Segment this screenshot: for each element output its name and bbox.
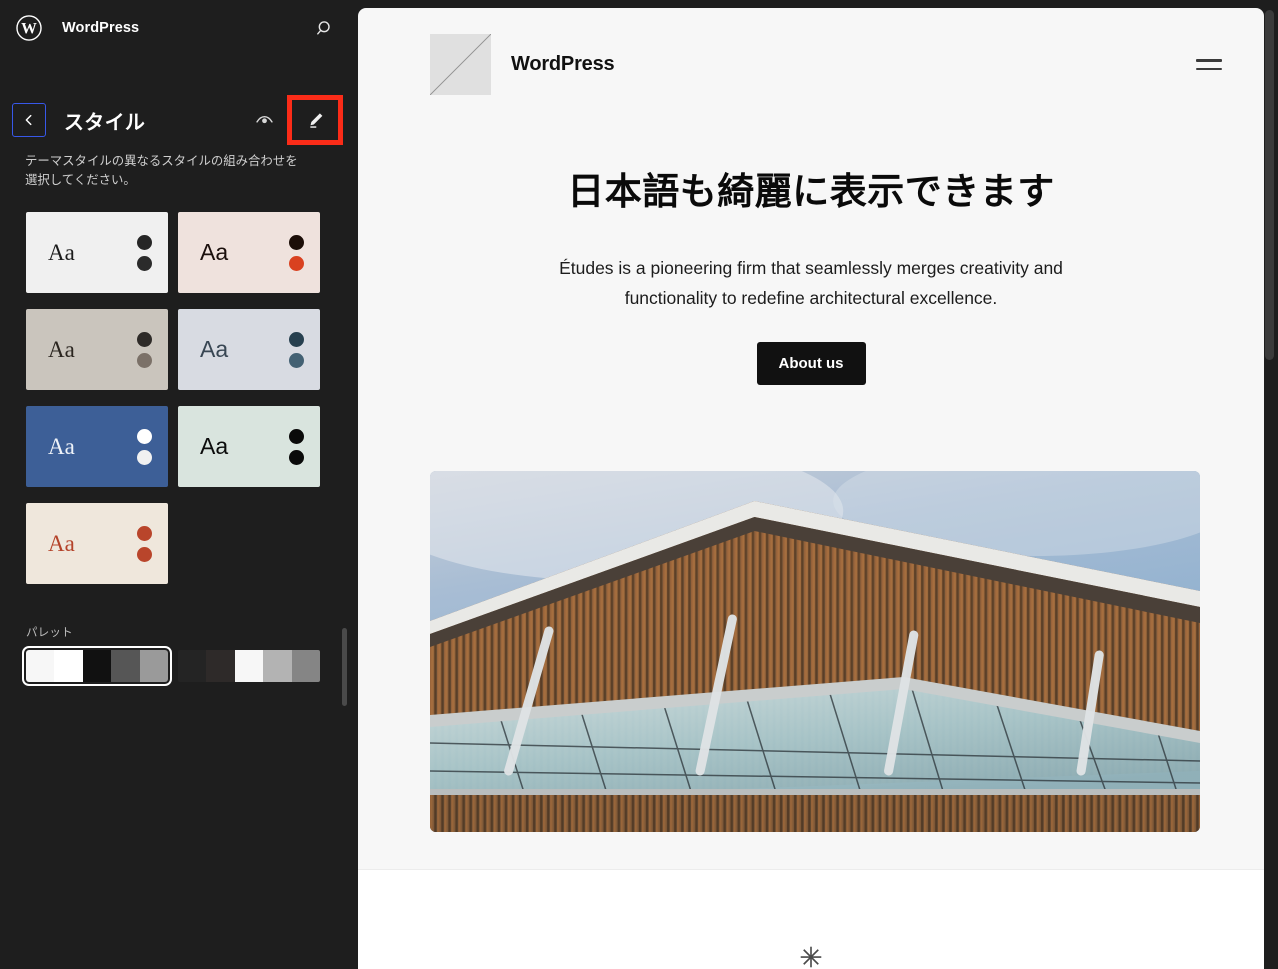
preview-site-header: WordPress <box>358 8 1264 95</box>
pencil-icon <box>309 112 322 128</box>
preview-site-title: WordPress <box>511 53 615 75</box>
sidebar-brand-label: WordPress <box>62 20 140 36</box>
hero-heading: 日本語も綺麗に表示できます <box>567 171 1055 212</box>
preview-hero-section: 日本語も綺麗に表示できます Études is a pioneering fir… <box>358 95 1264 386</box>
chevron-left-icon <box>25 114 32 126</box>
palette-swatch-mono-dark[interactable] <box>178 650 320 683</box>
variation-color-dots <box>137 331 152 368</box>
variation-sample-text: Aa <box>48 531 75 557</box>
variation-sample-text: Aa <box>48 434 75 460</box>
sidebar-scrollbar[interactable] <box>342 628 347 706</box>
style-variation-blue[interactable]: Aa <box>26 406 168 488</box>
asterisk-icon <box>798 944 824 969</box>
palette-swatch-mono-light[interactable] <box>22 646 172 687</box>
variation-sample-text: Aa <box>200 239 229 266</box>
variation-color-dots <box>137 234 152 271</box>
search-icon[interactable] <box>310 13 340 43</box>
edit-styles-button[interactable] <box>292 100 338 140</box>
variation-color-dots <box>137 525 152 562</box>
style-variation-sand[interactable]: Aa <box>26 309 168 391</box>
site-preview-frame: WordPress 日本語も綺麗に表示できます Études is a pion… <box>358 8 1264 969</box>
style-variation-clay[interactable]: Aa <box>26 503 168 585</box>
style-variation-ice[interactable]: Aa <box>178 309 320 391</box>
canvas-scrollbar[interactable] <box>1265 10 1274 360</box>
back-button[interactable] <box>12 103 46 137</box>
sidebar-topbar: W WordPress <box>0 0 356 56</box>
hero-lead-paragraph: Études is a pioneering firm that seamles… <box>559 258 1063 309</box>
svg-text:W: W <box>21 20 37 37</box>
site-logo-placeholder-icon[interactable] <box>430 34 491 95</box>
about-us-button[interactable]: About us <box>756 342 866 386</box>
variation-sample-text: Aa <box>48 240 75 266</box>
panel-header-actions <box>249 95 343 145</box>
palette-swatch-row <box>22 646 356 687</box>
style-variations-grid: Aa Aa Aa Aa Aa Aa Aa <box>0 190 356 585</box>
variation-color-dots <box>289 331 304 368</box>
style-variation-default[interactable]: Aa <box>26 212 168 294</box>
eye-icon <box>255 115 273 123</box>
style-variation-mint[interactable]: Aa <box>178 406 320 488</box>
variation-sample-text: Aa <box>200 336 229 363</box>
editor-sidebar: W WordPress スタイル テーマスタイルの異なるスタイルの組み合わせを選… <box>0 0 356 969</box>
variation-sample-text: Aa <box>48 337 75 363</box>
site-editor-app: W WordPress スタイル テーマスタイルの異なるスタイルの組み合わせを選… <box>0 0 1278 969</box>
edit-styles-highlight <box>287 95 343 145</box>
variation-color-dots <box>289 428 304 465</box>
style-book-button[interactable] <box>249 105 279 135</box>
page-title: スタイル <box>64 111 146 134</box>
panel-description: テーマスタイルの異なるスタイルの組み合わせを選択してください。 <box>25 154 298 188</box>
variation-sample-text: Aa <box>200 433 229 460</box>
wordpress-logo-icon[interactable]: W <box>14 13 44 43</box>
style-variation-rose[interactable]: Aa <box>178 212 320 294</box>
palette-section: パレット <box>0 584 356 687</box>
editor-canvas: WordPress 日本語も綺麗に表示できます Études is a pion… <box>356 0 1278 969</box>
styles-panel-header: スタイル <box>0 92 356 148</box>
variation-color-dots <box>137 428 152 465</box>
hamburger-menu-icon[interactable] <box>1196 58 1222 71</box>
preview-lower-section <box>358 869 1264 969</box>
variation-color-dots <box>289 234 304 271</box>
palette-label: パレット <box>26 627 73 640</box>
hero-architecture-image <box>430 471 1200 833</box>
